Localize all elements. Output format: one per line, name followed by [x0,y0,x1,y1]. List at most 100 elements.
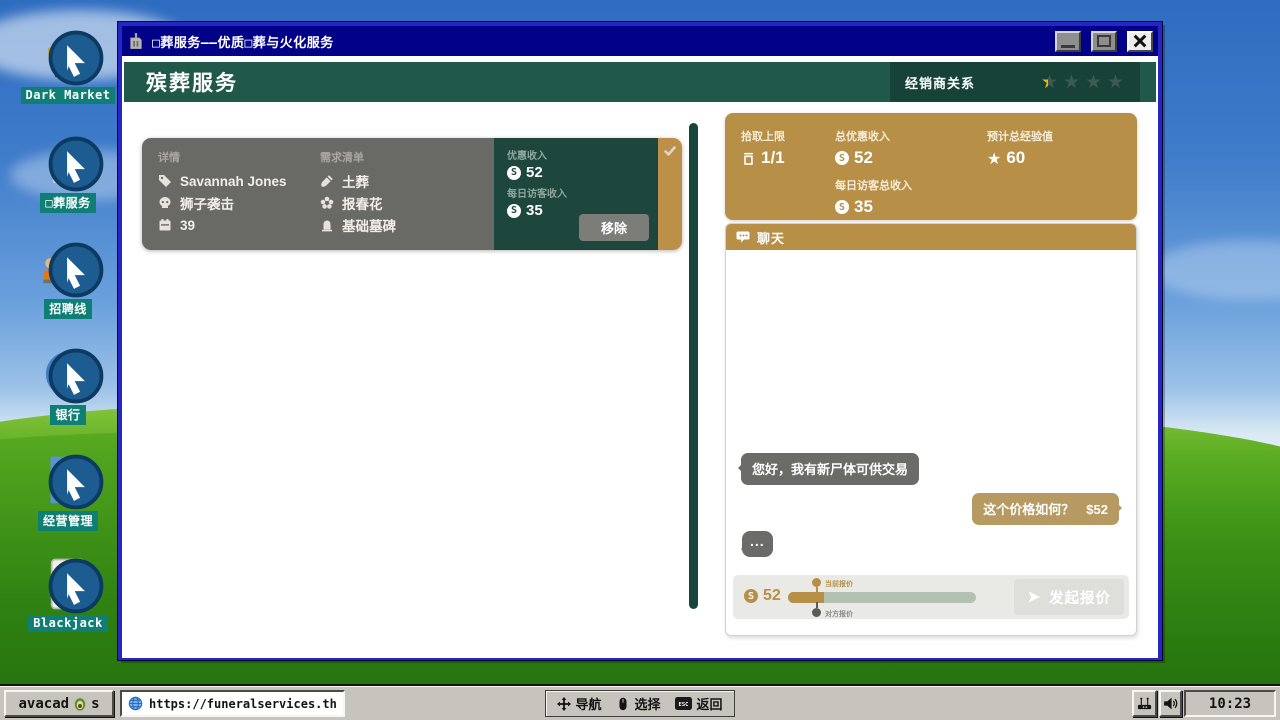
check-icon [663,144,677,158]
send-offer-button[interactable]: 发起报价 [1014,579,1124,615]
start-label-suffix: s [91,696,99,712]
network-tray-button[interactable] [1132,690,1157,717]
page-header: 殡葬服务 经销商关系 ★★ ★ ★ ★ [124,62,1156,102]
page-title: 殡葬服务 [124,67,238,97]
desktop-icon-label: 招聘线 [44,299,92,319]
total-xp-label: 预计总经验值 [987,128,1137,144]
discount-income-value-row: S 52 [507,164,648,181]
pickup-limit-label: 拾取上限 [741,128,835,144]
close-button[interactable] [1127,31,1153,52]
corpse-name: Savannah Jones [180,174,287,189]
desktop-icon-label: □葬服务 [40,193,95,213]
cloud [1150,240,1280,300]
desktop-icon-label: Blackjack [28,615,108,632]
flower-icon [320,196,334,210]
corpse-age: 39 [180,218,195,233]
start-button[interactable]: avacad s [4,690,114,717]
navigate-label: 导航 [575,694,601,713]
offer-amount: 52 [763,587,781,605]
window-titlebar[interactable]: □葬服务——优质□葬与火化服务 [122,26,1158,56]
desktop-icon-bank[interactable]: $ 银行 [18,346,118,425]
svg-text:ESC: ESC [679,702,689,708]
move-cross-icon [557,697,571,711]
chat-message-incoming: 您好，我有新尸体可供交易 [741,453,919,485]
outgoing-text: 这个价格如何？ [983,502,1074,517]
details-label: 详情 [158,149,320,165]
cursor-badge-icon [48,242,104,298]
coin-icon: S [744,589,758,603]
relationship-stars: ★★ ★ ★ ★ [1041,72,1126,92]
corpse-card[interactable]: 详情 Savannah Jones 狮子袭击 39 [142,138,682,250]
total-daily-label: 每日访客总收入 [835,177,987,193]
chat-header: 聊天 [726,224,1136,250]
back-label: 返回 [696,694,722,713]
desktop-icon-recruitment[interactable]: 招聘线 [18,240,118,319]
funeral-services-window: □葬服务——优质□葬与火化服务 殡葬服务 经销商关系 ★★ ★ ★ ★ [118,22,1162,660]
address-url: https://funeralservices.threewg... [149,697,337,711]
star-icon: ★ [1063,72,1082,92]
taskbar-clock[interactable]: 10:23 [1184,690,1276,717]
demands-label: 需求清单 [320,149,494,165]
maximize-button[interactable] [1091,31,1117,52]
offer-slider[interactable]: 当前报价 对方报价 [788,592,976,603]
remove-button[interactable]: 移除 [579,214,649,241]
total-discount-value-row: S 52 [835,148,987,168]
demand-burial: 土葬 [342,171,369,191]
coin-icon: S [835,200,849,214]
total-xp-value-row: ★ 60 [987,148,1137,168]
desktop-icon-management[interactable]: 经营管理 [18,452,118,531]
daily-income-label: 每日访客收入 [507,185,648,200]
volume-tray-button[interactable] [1159,690,1182,717]
window-title: □葬服务——优质□葬与火化服务 [152,32,1045,51]
minimize-button[interactable] [1055,31,1081,52]
pickup-limit-value-row: 1/1 [741,148,835,168]
cursor-badge-icon [48,30,104,86]
address-bar[interactable]: https://funeralservices.threewg... [120,690,345,717]
shovel-icon [320,174,334,188]
discount-income-value: 52 [526,164,543,181]
star-icon: ★ [987,151,1001,166]
list-scrollbar[interactable] [689,123,698,609]
total-discount-value: 52 [854,148,873,168]
back-hint[interactable]: ESC 返回 [675,694,722,713]
death-cause: 狮子袭击 [180,193,234,213]
coin-icon: S [835,151,849,165]
esc-key-icon: ESC [675,697,692,710]
their-offer-marker: 对方报价 [812,608,821,617]
offer-slider-fill [788,592,824,603]
total-daily-value-row: S 35 [835,197,987,217]
total-daily-value: 35 [854,197,873,217]
controller-hint-group: 导航 选择 ESC 返回 [545,690,735,717]
desktop-icon-funeral-services[interactable]: □葬服务 [18,134,118,213]
cursor-badge-icon [48,558,104,614]
selected-stripe[interactable] [658,138,682,250]
right-column: 拾取上限 1/1 总优惠收入 S 52 [725,102,1137,652]
their-offer-dot [812,608,821,617]
chat-body: 您好，我有新尸体可供交易 这个价格如何？$52 ... S 52 [726,250,1136,635]
total-xp-value: 60 [1006,148,1025,168]
skull-icon [158,196,172,210]
offer-amount-row: S 52 [744,587,781,605]
coin-icon: S [507,166,521,180]
start-label-prefix: avacad [18,696,69,712]
desktop-icon-blackjack[interactable]: A Blackjack [18,556,118,632]
demand-tombstone: 基础墓碑 [342,215,396,235]
desktop-icon-label: Dark Market [21,87,116,104]
screen: Dark Market □葬服务 [0,0,1280,720]
chat-bubble-icon [736,230,750,244]
chat-typing-indicator: ... [742,531,773,557]
window-crematorium-icon [127,32,145,50]
desktop-icon-dark-market[interactable]: Dark Market [18,28,118,104]
desktop-icon-label: 银行 [50,405,85,425]
chat-panel: 聊天 您好，我有新尸体可供交易 这个价格如何？$52 ... S [725,223,1137,636]
corpse-card-main: 详情 Savannah Jones 狮子袭击 39 [142,138,494,250]
star-icon: ★ [1085,72,1104,92]
current-offer-marker: 当前报价 [812,578,821,587]
discount-income-label: 优惠收入 [507,147,648,162]
select-hint[interactable]: 选择 [616,694,660,713]
navigate-hint[interactable]: 导航 [557,694,601,713]
pickup-limit-value: 1/1 [761,148,785,168]
summary-stats-panel: 拾取上限 1/1 总优惠收入 S 52 [725,113,1137,220]
daily-income-value: 35 [526,202,543,219]
clock-time: 10:23 [1209,696,1251,712]
